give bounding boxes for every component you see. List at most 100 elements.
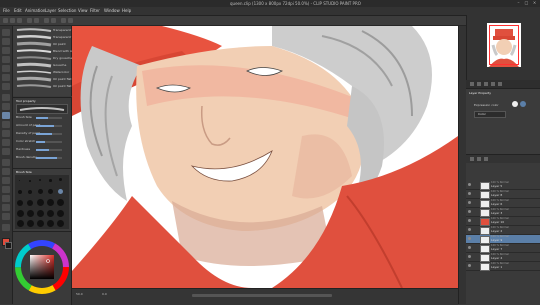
menu-selection[interactable]: Selection [58, 8, 76, 13]
zoom-out-icon[interactable] [470, 82, 474, 86]
prop-slider[interactable] [36, 133, 62, 135]
brush-item-label[interactable]: Gouache [53, 63, 66, 67]
size-dot[interactable] [57, 210, 64, 217]
color-wheel[interactable] [15, 240, 69, 294]
menu-window[interactable]: Window [104, 8, 120, 13]
eye-icon[interactable] [468, 264, 471, 267]
eye-icon[interactable] [468, 183, 471, 186]
layer-row[interactable]: 100 % Normal Layer 10 [466, 217, 540, 226]
size-dot[interactable] [28, 190, 32, 194]
size-dot[interactable] [57, 220, 64, 227]
close-button[interactable]: × [532, 1, 537, 5]
size-dot[interactable] [17, 200, 23, 206]
selection-tool-icon[interactable] [2, 65, 10, 72]
new-folder-icon[interactable] [477, 157, 481, 161]
angle-readout[interactable]: 0.0 [102, 292, 107, 296]
open-file-icon[interactable] [10, 18, 15, 23]
decoration-tool-icon[interactable] [2, 130, 10, 137]
eye-icon[interactable] [468, 219, 471, 222]
prop-slider[interactable] [36, 125, 62, 127]
redo-icon[interactable] [34, 18, 39, 23]
navigator-view-frame[interactable] [489, 25, 519, 65]
brush-item-label[interactable]: Watercolor [53, 70, 69, 74]
balloon-tool-icon[interactable] [2, 213, 10, 220]
color-mode-icon[interactable] [512, 101, 518, 107]
menu-layer[interactable]: Layer [45, 8, 56, 13]
menu-animation[interactable]: Animation [25, 8, 45, 13]
clear-icon[interactable] [44, 18, 49, 23]
figure-tool-icon[interactable] [2, 177, 10, 184]
prop-slider[interactable] [36, 157, 62, 159]
size-dot[interactable] [18, 190, 22, 194]
size-dot[interactable] [27, 220, 34, 227]
menu-file[interactable]: File [3, 8, 10, 13]
fit-icon[interactable] [484, 82, 488, 86]
expression-color-select[interactable]: Color [474, 111, 506, 118]
prop-slider[interactable] [36, 141, 62, 143]
size-dot-selected[interactable] [58, 189, 63, 194]
layer-row[interactable]: 100 % Normal Layer 3 [466, 208, 540, 217]
layer-row[interactable]: 100 % Normal Layer 5 [466, 181, 540, 190]
eyedropper-tool-icon[interactable] [2, 83, 10, 90]
gradient-tool-icon[interactable] [2, 168, 10, 175]
delete-layer-icon[interactable] [484, 157, 488, 161]
layer-row[interactable]: 100 % Normal Layer 4 [466, 253, 540, 262]
layer-row[interactable]: 100 % Normal Layer 8 [466, 190, 540, 199]
brush-item-label[interactable]: Dry gouache [53, 56, 72, 60]
prop-row[interactable]: Brush Size [16, 115, 68, 121]
prop-slider[interactable] [36, 149, 62, 151]
size-dot[interactable] [47, 220, 54, 227]
size-dot[interactable] [37, 199, 44, 206]
layer-row[interactable]: 100 % Normal Layer 1 [466, 262, 540, 271]
deselect-icon[interactable] [68, 18, 73, 23]
menu-filter[interactable]: Filter [90, 8, 100, 13]
size-dot[interactable] [37, 210, 44, 217]
menu-edit[interactable]: Edit [14, 8, 22, 13]
eraser-tool-icon[interactable] [2, 139, 10, 146]
prop-row[interactable]: Amount of paint [16, 123, 68, 129]
save-icon[interactable] [17, 18, 22, 23]
text-tool-icon[interactable] [2, 204, 10, 211]
layer-row[interactable]: 100 % Normal Layer 6 [466, 199, 540, 208]
sub-color-swatch[interactable] [5, 242, 12, 249]
zoom-tool-icon[interactable] [2, 29, 10, 36]
size-dot[interactable] [17, 220, 24, 227]
horizontal-scrollbar[interactable] [192, 294, 332, 297]
pencil-tool-icon[interactable] [2, 103, 10, 110]
airbrush-tool-icon[interactable] [2, 121, 10, 128]
brush-item-label[interactable]: Oil paint [53, 42, 66, 46]
menu-help[interactable]: Help [122, 8, 131, 13]
eye-icon[interactable] [468, 210, 471, 213]
menu-view[interactable]: View [78, 8, 88, 13]
size-dot[interactable] [27, 210, 34, 217]
eye-icon[interactable] [468, 237, 471, 240]
minimize-button[interactable]: – [516, 1, 521, 5]
fill-icon[interactable] [51, 18, 56, 23]
eye-icon[interactable] [468, 255, 471, 258]
size-dot[interactable] [59, 178, 62, 181]
maximize-button[interactable]: □ [524, 1, 529, 5]
new-layer-icon[interactable] [470, 157, 474, 161]
move-tool-icon[interactable] [2, 38, 10, 45]
size-dot[interactable] [49, 179, 52, 182]
flip-icon[interactable] [498, 82, 502, 86]
prop-row[interactable]: Brush density [16, 155, 68, 161]
size-dot[interactable] [37, 220, 44, 227]
zoom-readout[interactable]: 50.0 [76, 292, 83, 296]
move-layer-tool-icon[interactable] [2, 56, 10, 63]
layer-row[interactable]: 100 % Normal Layer 7 [466, 244, 540, 253]
size-dot[interactable] [48, 189, 53, 194]
zoom-in-icon[interactable] [477, 82, 481, 86]
pen-tool-icon[interactable] [2, 94, 10, 101]
size-dot[interactable] [19, 180, 20, 181]
operation-tool-icon[interactable] [2, 47, 10, 54]
layer-row-selected[interactable]: 100 % Normal Layer 9 [466, 235, 540, 244]
size-dot[interactable] [29, 180, 31, 182]
eye-icon[interactable] [468, 246, 471, 249]
eye-icon[interactable] [468, 192, 471, 195]
rotate-icon[interactable] [491, 82, 495, 86]
eye-icon[interactable] [468, 228, 471, 231]
size-dot[interactable] [27, 200, 33, 206]
drawing-canvas[interactable] [72, 26, 458, 288]
blend-tool-icon[interactable] [2, 148, 10, 155]
